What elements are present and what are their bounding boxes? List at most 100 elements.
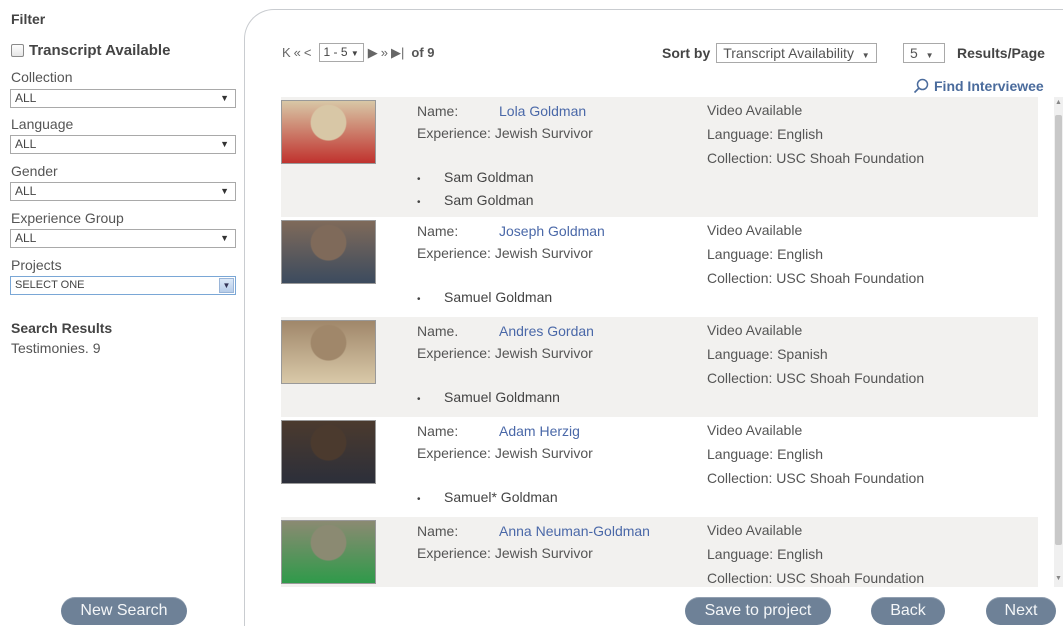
- first-page-icon[interactable]: K: [282, 45, 291, 60]
- scrollbar-thumb[interactable]: [1055, 115, 1062, 545]
- next-button[interactable]: Next: [986, 597, 1056, 625]
- scroll-up-icon[interactable]: ▲: [1055, 99, 1062, 106]
- name-key: Name:: [417, 223, 459, 239]
- collection-text: Collection: USC Shoah Foundation: [707, 470, 925, 486]
- interviewee-name-link[interactable]: Anna Neuman-Goldman: [499, 523, 650, 539]
- gender-select[interactable]: ALL ▼: [10, 182, 236, 201]
- related-name: Sam Goldman: [417, 167, 533, 190]
- previous-page-icon[interactable]: <: [304, 45, 312, 60]
- testimonies-count: Testimonies. 9: [11, 340, 101, 356]
- back-button[interactable]: Back: [871, 597, 945, 625]
- result-row[interactable]: Name: Adam Herzig Experience: Jewish Survi…: [281, 417, 1038, 517]
- chevron-down-icon: ▼: [220, 139, 229, 149]
- name-key: Name:: [417, 423, 459, 439]
- result-details: Name: Anna Neuman-Goldman Experience: Jewi…: [417, 523, 650, 561]
- experience-text: Experience: Jewish Survivor: [417, 245, 593, 261]
- related-name: Samuel Goldman: [417, 287, 552, 310]
- language-text: Language: English: [707, 126, 823, 142]
- language-text: Language: Spanish: [707, 346, 828, 362]
- fast-forward-icon[interactable]: »: [381, 45, 388, 60]
- result-meta: Video Available Language: English Collecti…: [707, 423, 924, 490]
- sort-by-select[interactable]: Transcript Availability ▼: [716, 43, 877, 63]
- chevron-down-icon[interactable]: ▼: [219, 278, 234, 293]
- experience-text: Experience: Jewish Survivor: [417, 125, 593, 141]
- interviewee-name-link[interactable]: Andres Gordan: [499, 323, 594, 339]
- transcript-available-checkbox-row[interactable]: Transcript Available: [11, 42, 170, 59]
- language-value: ALL: [15, 137, 37, 151]
- projects-select[interactable]: SELECT ONE ▼: [10, 276, 236, 295]
- find-interviewee-link[interactable]: Find Interviewee: [913, 78, 1044, 94]
- scrollbar[interactable]: ▲ ▼: [1054, 97, 1063, 587]
- projects-label: Projects: [11, 257, 62, 273]
- page-range-select[interactable]: 1 - 5 ▼: [318, 43, 364, 62]
- interviewee-thumbnail[interactable]: [281, 520, 376, 584]
- experience-group-label: Experience Group: [11, 210, 124, 226]
- chevron-down-icon: ▼: [350, 49, 359, 58]
- filter-title: Filter: [11, 11, 46, 27]
- result-meta: Video Available Language: English Collecti…: [707, 103, 924, 170]
- collection-select[interactable]: ALL ▼: [10, 89, 236, 108]
- result-meta: Video Available Language: Spanish Collecti…: [707, 323, 924, 390]
- scroll-down-icon[interactable]: ▼: [1055, 575, 1062, 582]
- result-row[interactable]: Name: Joseph Goldman Experience: Jewish Su…: [281, 217, 1038, 317]
- chevron-down-icon: ▼: [220, 186, 229, 196]
- find-interviewee-label: Find Interviewee: [934, 78, 1044, 94]
- results-per-page-value: 5: [910, 45, 918, 61]
- related-names-list: Samuel Goldmann: [417, 387, 560, 410]
- interviewee-thumbnail[interactable]: [281, 100, 376, 164]
- collection-text: Collection: USC Shoah Foundation: [707, 370, 925, 386]
- page-range-value: 1 - 5: [323, 45, 348, 59]
- result-meta: Video Available Language: English Collecti…: [707, 523, 924, 587]
- language-text: Language: English: [707, 546, 823, 562]
- transcript-available-checkbox[interactable]: [11, 44, 24, 57]
- gender-label: Gender: [11, 163, 58, 179]
- result-row[interactable]: Name: Lola Goldman Experience: Jewish Surv…: [281, 97, 1038, 217]
- results-per-page-label: Results/Page: [957, 45, 1045, 61]
- video-status: Video Available: [707, 522, 803, 538]
- next-page-icon[interactable]: ▶: [368, 45, 378, 61]
- chevron-down-icon: ▼: [861, 51, 870, 60]
- video-status: Video Available: [707, 422, 803, 438]
- page-total: of 9: [411, 45, 435, 60]
- save-to-project-button[interactable]: Save to project: [685, 597, 831, 625]
- fast-back-icon[interactable]: «: [294, 45, 301, 60]
- interviewee-name-link[interactable]: Joseph Goldman: [499, 223, 605, 239]
- related-names-list: Samuel Goldman: [417, 287, 552, 310]
- name-key: Name.: [417, 323, 459, 339]
- result-row[interactable]: Name: Anna Neuman-Goldman Experience: Jewi…: [281, 517, 1038, 587]
- name-key: Name:: [417, 103, 459, 119]
- pagination: K « < 1 - 5 ▼ ▶ » ▶| of 9: [282, 43, 435, 62]
- interviewee-name-link[interactable]: Lola Goldman: [499, 103, 586, 119]
- interviewee-name-link[interactable]: Adam Herzig: [499, 423, 580, 439]
- video-status: Video Available: [707, 222, 803, 238]
- results-list: Name: Lola Goldman Experience: Jewish Surv…: [281, 97, 1054, 587]
- related-name: Sam Goldman: [417, 190, 533, 213]
- transcript-available-label: Transcript Available: [29, 42, 171, 59]
- video-status: Video Available: [707, 322, 803, 338]
- name-key: Name:: [417, 523, 459, 539]
- last-page-icon[interactable]: ▶|: [391, 45, 404, 61]
- result-details: Name: Joseph Goldman Experience: Jewish Su…: [417, 223, 605, 261]
- search-icon: [913, 78, 929, 94]
- language-label: Language: [11, 116, 74, 132]
- interviewee-thumbnail[interactable]: [281, 220, 376, 284]
- result-row[interactable]: Name. Andres Gordan Experience: Jewish Sur…: [281, 317, 1038, 417]
- projects-value: SELECT ONE: [15, 279, 85, 291]
- experience-group-select[interactable]: ALL ▼: [10, 229, 236, 248]
- language-select[interactable]: ALL ▼: [10, 135, 236, 154]
- sort-by-label: Sort by: [662, 45, 711, 61]
- new-search-button[interactable]: New Search: [61, 597, 187, 625]
- interviewee-thumbnail[interactable]: [281, 320, 376, 384]
- collection-value: ALL: [15, 91, 37, 105]
- related-name: Samuel* Goldman: [417, 487, 558, 510]
- search-results-title: Search Results: [11, 320, 113, 336]
- related-name: Samuel Goldmann: [417, 387, 560, 410]
- chevron-down-icon: ▼: [925, 51, 934, 60]
- result-details: Name: Adam Herzig Experience: Jewish Survi…: [417, 423, 593, 461]
- results-per-page-select[interactable]: 5 ▼: [903, 43, 945, 63]
- sort-by: Sort by Transcript Availability ▼: [662, 43, 877, 63]
- result-details: Name: Lola Goldman Experience: Jewish Surv…: [417, 103, 593, 141]
- collection-text: Collection: USC Shoah Foundation: [707, 270, 925, 286]
- collection-label: Collection: [11, 69, 73, 85]
- interviewee-thumbnail[interactable]: [281, 420, 376, 484]
